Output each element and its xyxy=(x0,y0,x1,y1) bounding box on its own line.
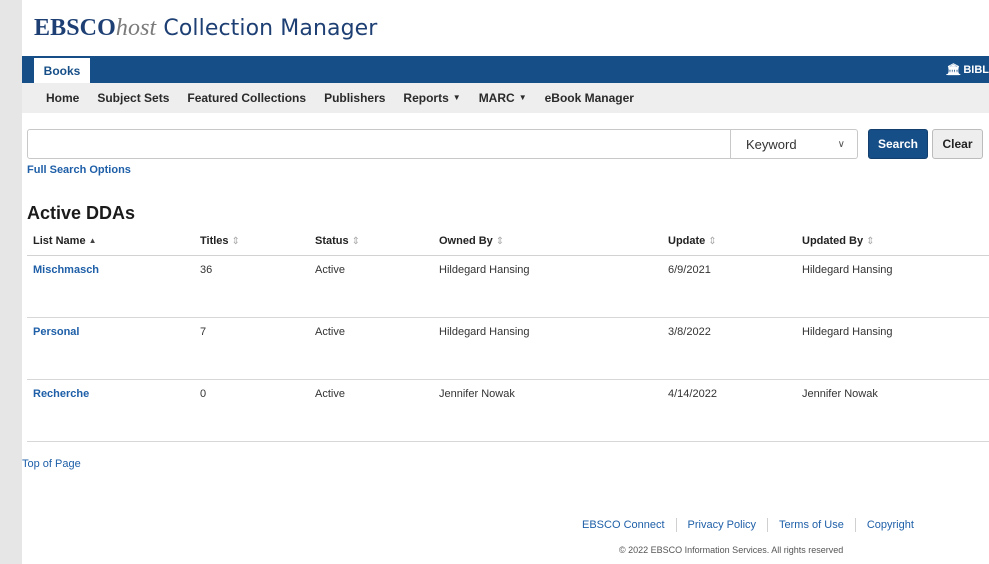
caret-down-icon: ▼ xyxy=(452,93,461,102)
footer-divider xyxy=(675,518,677,532)
sort-asc-icon: ▲ xyxy=(88,236,97,246)
column-label: Titles xyxy=(200,235,229,248)
cell-status: Active xyxy=(309,317,433,380)
bank-icon: 🏛︎ xyxy=(946,64,961,76)
footer-divider xyxy=(854,518,856,532)
app-logo[interactable]: EBSCOhost Collection Manager xyxy=(34,14,377,42)
column-header-status[interactable]: Status ⇕ xyxy=(309,228,433,256)
list-name-link[interactable]: Personal xyxy=(33,326,79,338)
footer-links: EBSCO Connect Privacy Policy Terms of Us… xyxy=(582,518,914,532)
cell-status: Active xyxy=(309,255,433,318)
cell-titles: 36 xyxy=(194,255,309,318)
cell-updated-by: Jennifer Nowak xyxy=(796,379,989,442)
sort-icon: ⇕ xyxy=(708,236,717,248)
nav-featured-collections[interactable]: Featured Collections xyxy=(187,91,306,105)
column-header-update[interactable]: Update ⇕ xyxy=(662,228,796,256)
institution-menu[interactable]: 🏛︎ BIBL xyxy=(946,56,989,83)
column-header-updated-by[interactable]: Updated By ⇕ xyxy=(796,228,989,256)
footer-link-ebsco-connect[interactable]: EBSCO Connect xyxy=(582,519,665,531)
table-row: Recherche 0 Active Jennifer Nowak 4/14/2… xyxy=(27,379,989,442)
cell-updated-by: Hildegard Hansing xyxy=(796,317,989,380)
page-title: Active DDAs xyxy=(27,203,136,223)
tab-books[interactable]: Books xyxy=(34,58,90,83)
cell-status: Active xyxy=(309,379,433,442)
cell-update: 6/9/2021 xyxy=(662,255,796,318)
list-name-link[interactable]: Mischmasch xyxy=(33,264,99,276)
cell-list-name: Personal xyxy=(27,317,194,380)
sort-icon: ⇕ xyxy=(231,236,240,248)
cell-update: 3/8/2022 xyxy=(662,317,796,380)
list-name-link[interactable]: Recherche xyxy=(33,388,89,400)
cell-update: 4/14/2022 xyxy=(662,379,796,442)
column-header-list-name[interactable]: List Name ▲ xyxy=(27,228,194,256)
cell-updated-by: Hildegard Hansing xyxy=(796,255,989,318)
search-button[interactable]: Search xyxy=(868,129,928,159)
dda-table: List Name ▲ Titles ⇕ Status ⇕ Owned By ⇕ Upd… xyxy=(27,228,989,442)
table-row: Personal 7 Active Hildegard Hansing 3/8/… xyxy=(27,317,989,380)
column-label: Status xyxy=(315,235,349,248)
column-label: Updated By xyxy=(802,235,864,248)
cell-owned-by: Jennifer Nowak xyxy=(433,379,662,442)
nav-subject-sets[interactable]: Subject Sets xyxy=(97,91,169,105)
nav-label: Subject Sets xyxy=(97,91,170,105)
table-row: Mischmasch 36 Active Hildegard Hansing 6… xyxy=(27,255,989,318)
nav-marc[interactable]: MARC ▼ xyxy=(479,91,527,105)
footer-link-copyright[interactable]: Copyright xyxy=(867,519,914,531)
nav-label: Featured Collections xyxy=(187,91,307,105)
nav-label: eBook Manager xyxy=(544,91,634,105)
page: EBSCOhost Collection Manager Books 🏛︎ BI… xyxy=(22,0,989,564)
sort-icon: ⇕ xyxy=(495,236,505,248)
nav-ebook-manager[interactable]: eBook Manager xyxy=(545,91,634,105)
logo-title: Collection Manager xyxy=(156,16,378,41)
cell-owned-by: Hildegard Hansing xyxy=(433,317,662,380)
nav-home[interactable]: Home xyxy=(46,91,79,105)
cell-titles: 7 xyxy=(194,317,309,380)
institution-label: BIBL xyxy=(963,63,989,76)
cell-list-name: Mischmasch xyxy=(27,255,194,318)
column-label: Update xyxy=(668,235,706,248)
logo-host: host xyxy=(115,15,157,41)
column-header-owned-by[interactable]: Owned By ⇕ xyxy=(433,228,662,256)
search-mode-select[interactable]: Keyword ∨ xyxy=(731,129,858,159)
footer-link-terms-of-use[interactable]: Terms of Use xyxy=(779,519,844,531)
search-mode-value: Keyword xyxy=(746,136,797,152)
cell-list-name: Recherche xyxy=(27,379,194,442)
nav-label: Publishers xyxy=(324,91,386,105)
top-bar: Books 🏛︎ BIBL xyxy=(22,56,989,83)
footer-divider xyxy=(767,518,769,532)
top-of-page-link[interactable]: Top of Page xyxy=(22,458,81,470)
cell-owned-by: Hildegard Hansing xyxy=(433,255,662,318)
sort-icon: ⇕ xyxy=(866,236,875,248)
main-nav: Home Subject Sets Featured Collections P… xyxy=(22,83,989,113)
caret-down-icon: ▼ xyxy=(518,93,527,102)
nav-reports[interactable]: Reports ▼ xyxy=(403,91,460,105)
cell-titles: 0 xyxy=(194,379,309,442)
nav-publishers[interactable]: Publishers xyxy=(324,91,385,105)
column-header-titles[interactable]: Titles ⇕ xyxy=(194,228,309,256)
sort-icon: ⇕ xyxy=(351,236,361,248)
nav-label: MARC xyxy=(478,91,515,105)
chevron-down-icon: ∨ xyxy=(837,139,845,150)
copyright-text: © 2022 EBSCO Information Services. All r… xyxy=(619,545,844,555)
table-header-row: List Name ▲ Titles ⇕ Status ⇕ Owned By ⇕ Upd… xyxy=(27,228,989,256)
logo-brand: EBSCO xyxy=(34,15,116,41)
footer-link-privacy-policy[interactable]: Privacy Policy xyxy=(688,519,756,531)
column-label: List Name xyxy=(33,235,86,248)
search-input[interactable] xyxy=(27,129,731,159)
column-label: Owned By xyxy=(439,235,493,248)
nav-label: Reports xyxy=(403,91,449,105)
full-search-options-link[interactable]: Full Search Options xyxy=(27,164,131,176)
clear-button[interactable]: Clear xyxy=(932,129,983,159)
nav-label: Home xyxy=(46,91,80,105)
